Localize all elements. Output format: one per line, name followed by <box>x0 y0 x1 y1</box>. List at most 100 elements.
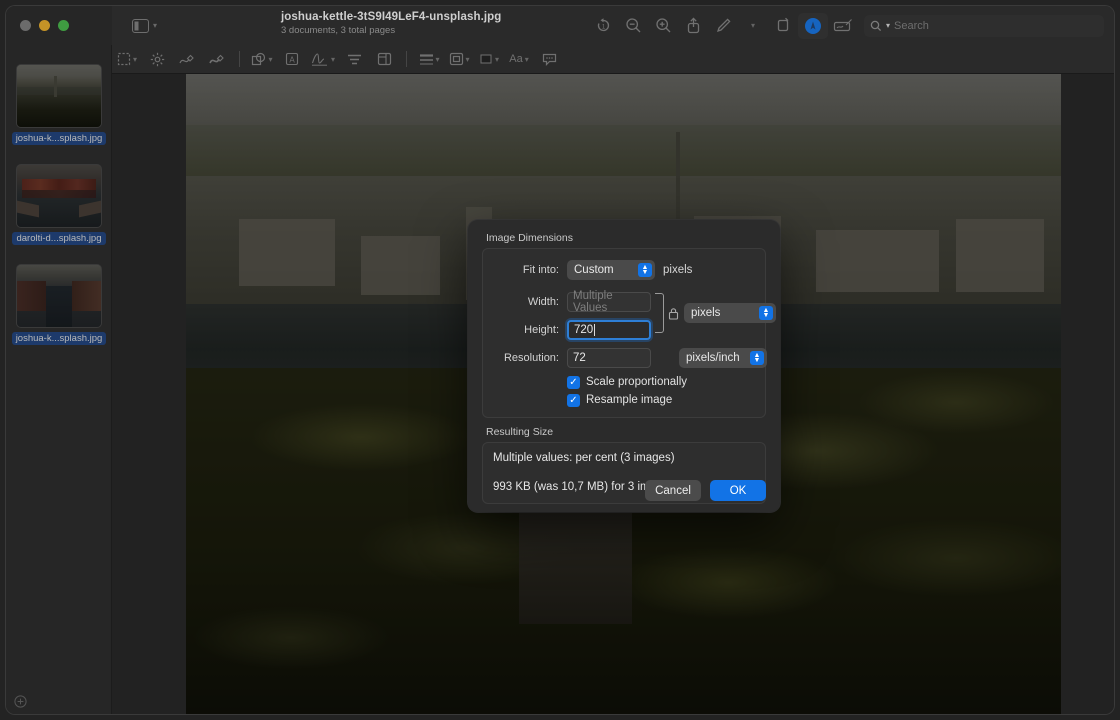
list-item-label: joshua-k...splash.jpg <box>11 132 107 145</box>
adjust-size-dialog[interactable]: Image Dimensions Fit into: Custom ▲ ▼ pix… <box>468 220 780 512</box>
resample-image-checkbox-row[interactable]: ✓ Resample image <box>567 391 755 409</box>
sign-button[interactable] <box>828 13 858 39</box>
scale-proportionally-checkbox[interactable]: ✓ <box>567 375 580 389</box>
search-placeholder: Search <box>894 19 929 32</box>
instant-alpha-button[interactable] <box>146 47 168 71</box>
sidebar-toggle-button[interactable]: ▾ <box>132 18 157 33</box>
chevron-down-icon: ▾ <box>495 54 500 64</box>
chevron-down-icon: ▾ <box>435 54 440 64</box>
window-controls <box>6 6 112 45</box>
adjust-color-icon <box>347 53 362 66</box>
fit-into-select[interactable]: Custom ▲ ▼ <box>567 260 655 280</box>
draw-icon <box>209 52 225 67</box>
zoom-in-icon <box>655 17 672 34</box>
height-row: Height: 720 <box>493 319 651 341</box>
text-button[interactable]: A <box>281 47 303 71</box>
adjust-size-button[interactable] <box>373 47 395 71</box>
adjust-color-button[interactable] <box>343 47 365 71</box>
resample-image-checkbox[interactable]: ✓ <box>567 393 580 407</box>
thumbnail-sidebar[interactable]: joshua-k...splash.jpg darolti-d...splash… <box>6 45 112 714</box>
chevron-down-icon: ▾ <box>524 54 529 64</box>
sign-icon <box>833 18 853 33</box>
comment-icon <box>542 52 557 66</box>
crop-button[interactable] <box>768 13 798 39</box>
rotate-left-icon: 1 <box>595 17 612 34</box>
width-label: Width: <box>527 296 559 308</box>
plus-circle-icon[interactable] <box>14 694 27 708</box>
shapes-button[interactable]: ▾ <box>251 47 273 71</box>
list-item-label: darolti-d...splash.jpg <box>12 232 106 245</box>
chevron-up-down-icon[interactable]: ▲ ▼ <box>750 351 764 365</box>
dialog-button-bar: Cancel OK <box>645 480 766 501</box>
list-item[interactable]: joshua-k...splash.jpg <box>6 245 112 345</box>
chevron-down-icon: ▾ <box>268 54 273 64</box>
zoom-out-button[interactable] <box>618 13 648 39</box>
shape-style-icon <box>419 53 434 66</box>
comment-button[interactable] <box>538 47 560 71</box>
toolbar-divider <box>406 51 408 67</box>
text-style-button[interactable]: Aa ▾ <box>508 47 530 71</box>
size-unit-select[interactable]: pixels ▲ ▼ <box>684 303 776 323</box>
document-title-block: joshua-kettle-3tS9I49LeF4-unsplash.jpg 3… <box>281 11 501 36</box>
chevron-down-icon: ▾ <box>465 54 470 64</box>
chevron-up-down-icon[interactable]: ▲ ▼ <box>638 263 652 277</box>
image-dimensions-group: Fit into: Custom ▲ ▼ pixels Width: Multip… <box>482 248 776 418</box>
thumbnail-aerial-city[interactable] <box>17 65 101 127</box>
sign-tool-button[interactable]: ▾ <box>311 47 335 71</box>
minimize-button[interactable] <box>39 20 50 31</box>
selection-tool-button[interactable]: ▾ <box>116 47 138 71</box>
chevron-down-icon: ▾ <box>331 54 336 64</box>
scale-proportionally-checkbox-row[interactable]: ✓ Scale proportionally <box>567 373 755 391</box>
chevron-up-down-icon[interactable]: ▲ ▼ <box>759 306 773 320</box>
ok-button[interactable]: OK <box>710 480 766 501</box>
width-input[interactable]: Multiple Values <box>567 290 651 314</box>
search-input[interactable]: ▾ Search <box>864 14 1104 37</box>
zoom-in-button[interactable] <box>648 13 678 39</box>
resolution-label: Resolution: <box>503 352 559 364</box>
resulting-size-title: Resulting Size <box>486 426 554 438</box>
cancel-button[interactable]: Cancel <box>645 480 701 501</box>
thumbnail-red-warehouses[interactable] <box>17 165 101 227</box>
markup-pen-icon <box>715 17 732 34</box>
markup-button[interactable] <box>708 13 738 39</box>
list-item[interactable]: joshua-k...splash.jpg <box>6 45 112 145</box>
rotate-left-button[interactable]: 1 <box>588 13 618 39</box>
toolbar-divider <box>239 51 240 67</box>
sketch-button[interactable] <box>176 47 198 71</box>
border-color-button[interactable]: ▾ <box>448 47 470 71</box>
document-subtitle: 3 documents, 3 total pages <box>281 25 396 36</box>
list-item-label: joshua-k...splash.jpg <box>11 332 107 345</box>
page-title: joshua-kettle-3tS9I49LeF4-unsplash.jpg <box>281 11 502 23</box>
annotate-button[interactable] <box>798 12 828 39</box>
fit-into-unit-suffix: pixels <box>663 264 693 276</box>
draw-button[interactable] <box>206 47 228 71</box>
shape-style-button[interactable]: ▾ <box>418 47 440 71</box>
border-color-icon <box>449 52 464 66</box>
share-button[interactable] <box>678 13 708 39</box>
markup-options-button[interactable]: ▾ <box>738 13 768 39</box>
image-dimensions-title: Image Dimensions <box>486 232 573 244</box>
markup-toolbar: ▾ ▾ A ▾ ▾ ▾ ▾ Aa ▾ <box>112 45 1114 74</box>
annotate-icon <box>804 17 822 35</box>
maximize-button[interactable] <box>58 20 69 31</box>
resolution-input[interactable]: 72 <box>567 348 651 368</box>
close-button[interactable] <box>20 20 31 31</box>
lock-closed-icon[interactable] <box>668 307 679 320</box>
sign-icon <box>311 52 329 67</box>
height-input[interactable]: 720 <box>567 320 651 340</box>
adjust-size-icon <box>377 52 392 66</box>
text-icon: A <box>285 52 299 66</box>
crop-icon <box>775 17 791 34</box>
width-placeholder: Multiple Values <box>573 290 613 314</box>
app-window: ▾ joshua-kettle-3tS9I49LeF4-unsplash.jpg… <box>6 6 1114 714</box>
resolution-value: 72 <box>573 352 586 364</box>
fit-into-label: Fit into: <box>522 264 559 276</box>
resolution-unit-value: pixels/inch <box>686 352 740 364</box>
search-scope-chevron-icon[interactable]: ▾ <box>886 21 890 30</box>
list-item[interactable]: darolti-d...splash.jpg <box>6 145 112 245</box>
thumbnail-canal[interactable] <box>17 265 101 327</box>
sketch-icon <box>179 52 195 67</box>
fill-color-button[interactable]: ▾ <box>478 47 500 71</box>
zoom-out-icon <box>625 17 642 34</box>
resolution-unit-select[interactable]: pixels/inch ▲ ▼ <box>679 348 767 368</box>
